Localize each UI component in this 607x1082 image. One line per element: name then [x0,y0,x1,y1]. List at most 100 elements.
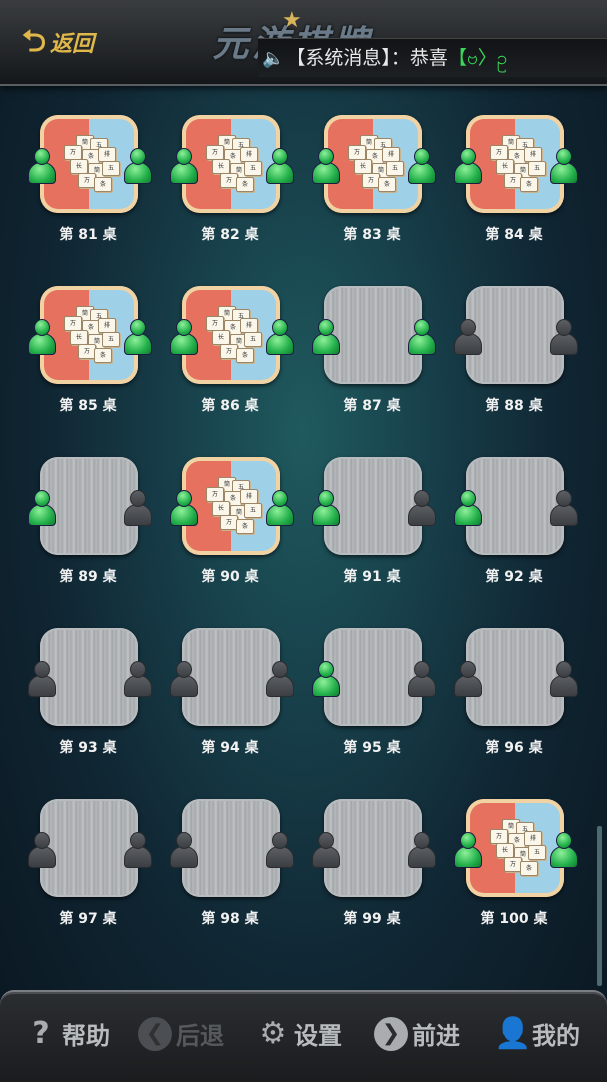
game-table[interactable]: 第 88 桌 [452,281,578,414]
mahjong-tile: 排 [524,831,542,846]
game-table[interactable]: 筒五万条排长筒五万条第 86 桌 [168,281,294,414]
game-table[interactable]: 第 93 桌 [26,623,152,756]
occupied-seat-icon[interactable] [168,148,198,184]
occupied-seat-icon[interactable] [452,148,482,184]
mahjong-tile: 万 [490,829,508,844]
mahjong-tiles-icon: 筒五万条排长筒五万条 [62,135,120,193]
occupied-seat-icon[interactable] [310,490,340,526]
game-table[interactable]: 第 87 桌 [310,281,436,414]
mahjong-tile: 条 [94,177,112,192]
empty-seat-icon[interactable] [548,319,578,355]
mahjong-tile: 长 [212,159,230,174]
empty-seat-icon[interactable] [168,832,198,868]
game-table[interactable]: 第 92 桌 [452,452,578,585]
empty-seat-icon[interactable] [26,832,56,868]
empty-seat-icon[interactable] [406,661,436,697]
game-table[interactable]: 第 97 桌 [26,794,152,927]
table-label: 第 94 桌 [201,740,259,756]
empty-seat-icon[interactable] [264,661,294,697]
back-button[interactable]: ⮌ 返回 [22,26,94,58]
occupied-seat-icon[interactable] [26,148,56,184]
empty-seat-icon[interactable] [264,832,294,868]
nav-label: 后退 [176,1022,224,1050]
game-table[interactable]: 第 98 桌 [168,794,294,927]
empty-seat-icon[interactable] [548,490,578,526]
empty-seat-icon[interactable] [122,490,152,526]
game-table[interactable]: 筒五万条排长筒五万条第 90 桌 [168,452,294,585]
occupied-seat-icon[interactable] [548,832,578,868]
back-label: 返回 [50,32,95,57]
occupied-seat-icon[interactable] [310,661,340,697]
mahjong-tile: 条 [520,177,538,192]
return-arrow-icon: ⮌ [22,24,47,59]
table-label: 第 100 桌 [480,911,548,927]
empty-seat-icon[interactable] [548,661,578,697]
mahjong-tile: 五 [244,332,262,347]
mahjong-tile: 长 [212,330,230,345]
empty-seat-icon[interactable] [26,661,56,697]
occupied-seat-icon[interactable] [406,148,436,184]
nav-button-back-arrow[interactable]: ❮ 后退 [138,1016,224,1051]
occupied-seat-icon[interactable] [264,490,294,526]
table-label: 第 96 桌 [485,740,543,756]
occupied-seat-icon[interactable] [452,490,482,526]
game-table[interactable]: 筒五万条排长筒五万条第 85 桌 [26,281,152,414]
game-table[interactable]: 筒五万条排长筒五万条第 83 桌 [310,110,436,243]
empty-seat-icon[interactable] [406,832,436,868]
occupied-seat-icon[interactable] [168,490,198,526]
forward-arrow-icon: ❯ [374,1016,408,1051]
game-table[interactable]: 第 94 桌 [168,623,294,756]
nav-button-gear[interactable]: ⚙ 设置 [256,1016,342,1051]
game-table[interactable]: 第 96 桌 [452,623,578,756]
mahjong-tile: 长 [496,159,514,174]
occupied-seat-icon[interactable] [310,319,340,355]
occupied-seat-icon[interactable] [452,832,482,868]
game-table[interactable]: 第 99 桌 [310,794,436,927]
occupied-seat-icon[interactable] [122,148,152,184]
occupied-seat-icon[interactable] [406,319,436,355]
nav-button-question[interactable]: ? 帮助 [24,1016,110,1051]
game-table[interactable]: 第 89 桌 [26,452,152,585]
occupied-seat-icon[interactable] [264,148,294,184]
occupied-seat-icon[interactable] [122,319,152,355]
empty-seat-icon[interactable] [452,319,482,355]
empty-seat-icon[interactable] [122,832,152,868]
table-label: 第 84 桌 [485,227,543,243]
occupied-seat-icon[interactable] [26,490,56,526]
occupied-seat-icon[interactable] [168,319,198,355]
mahjong-tile: 长 [496,843,514,858]
game-table[interactable]: 筒五万条排长筒五万条第 84 桌 [452,110,578,243]
game-table[interactable]: 第 91 桌 [310,452,436,585]
empty-seat-icon[interactable] [452,661,482,697]
scrollbar[interactable] [597,826,602,986]
game-table[interactable]: 筒五万条排长筒五万条第 100 桌 [452,794,578,927]
mahjong-tile: 条 [236,519,254,534]
game-table[interactable]: 第 95 桌 [310,623,436,756]
empty-seat-icon[interactable] [168,661,198,697]
occupied-seat-icon[interactable] [310,148,340,184]
nav-label: 帮助 [62,1022,110,1050]
table-label: 第 89 桌 [59,569,117,585]
nav-button-user[interactable]: 👤 我的 [494,1016,580,1051]
gear-icon: ⚙ [259,1015,287,1051]
mahjong-tiles-icon: 筒五万条排长筒五万条 [346,135,404,193]
mahjong-tile: 排 [240,489,258,504]
empty-seat-icon[interactable] [406,490,436,526]
game-table[interactable]: 筒五万条排长筒五万条第 81 桌 [26,110,152,243]
nav-label: 我的 [532,1022,580,1050]
empty-seat-icon[interactable] [122,661,152,697]
system-message-bar: 🔈 【系统消息】：恭喜【ဗ〉ဥ [258,38,607,77]
mahjong-tile: 万 [490,145,508,160]
occupied-seat-icon[interactable] [264,319,294,355]
occupied-seat-icon[interactable] [26,319,56,355]
table-label: 第 90 桌 [201,569,259,585]
game-table[interactable]: 筒五万条排长筒五万条第 82 桌 [168,110,294,243]
question-icon: ? [32,1015,50,1051]
mahjong-tile: 万 [206,316,224,331]
mahjong-tile: 条 [236,348,254,363]
nav-button-forward-arrow[interactable]: ❯ 前进 [374,1016,460,1051]
mahjong-tile: 万 [64,145,82,160]
empty-seat-icon[interactable] [310,832,340,868]
occupied-seat-icon[interactable] [548,148,578,184]
mahjong-tiles-icon: 筒五万条排长筒五万条 [62,306,120,364]
